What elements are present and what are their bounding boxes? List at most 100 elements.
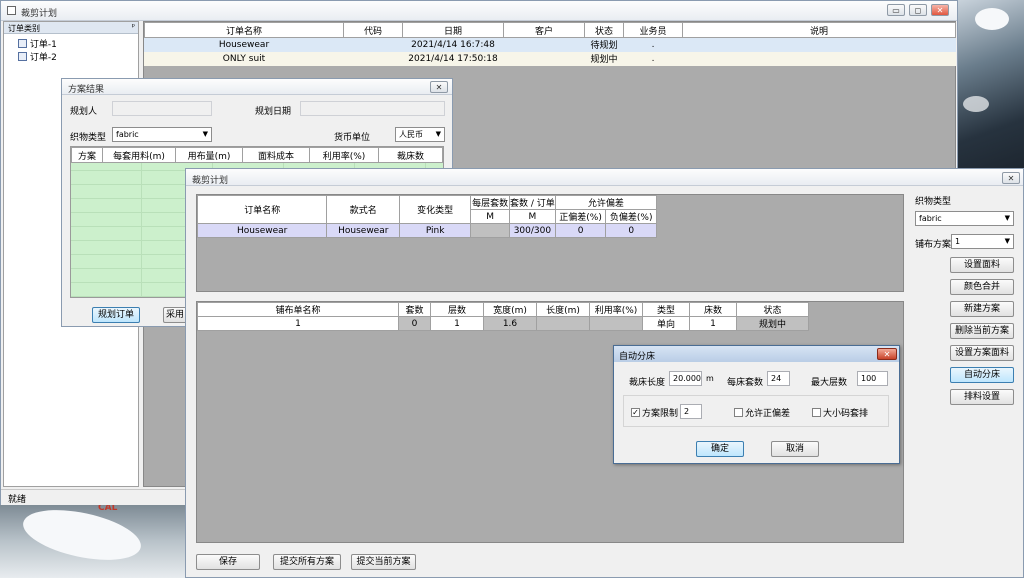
table-row[interactable]: 1 0 1 1.6 单向 1 规划中 xyxy=(197,316,809,331)
col-header-usage-per-set[interactable]: 每套用料(m) xyxy=(102,147,176,163)
col-header-sets-per-order[interactable]: 套数 / 订单 xyxy=(509,195,556,210)
restore-button[interactable]: ◻ xyxy=(909,4,927,16)
col-header-change-type[interactable]: 变化类型 xyxy=(399,195,472,224)
currency-select[interactable]: 人民币 ▼ xyxy=(395,127,445,142)
col-header-order-name[interactable]: 订单名称 xyxy=(144,22,344,38)
table-row[interactable]: Housewear 2021/4/14 16:7:48 待规划 . xyxy=(144,37,956,52)
bird-image xyxy=(963,96,989,112)
col-header-description[interactable]: 说明 xyxy=(682,22,956,38)
bed-length-input[interactable]: 20.000 xyxy=(669,371,702,386)
col-header-fabric-cost[interactable]: 面料成本 xyxy=(242,147,310,163)
col-header-customer[interactable]: 客户 xyxy=(503,22,585,38)
save-button[interactable]: 保存 xyxy=(196,554,260,570)
pin-icon[interactable]: ᵖ xyxy=(132,22,135,31)
col-header-bed-count[interactable]: 裁床数 xyxy=(378,147,443,163)
table-cell xyxy=(682,51,956,66)
allow-positive-deviation-checkbox[interactable]: 允许正偏差 xyxy=(734,406,790,419)
merge-colors-button[interactable]: 颜色合并 xyxy=(950,279,1014,295)
checkbox-icon xyxy=(812,408,821,417)
currency-label: 货币单位 xyxy=(334,133,371,143)
scheme-limit-checkbox[interactable]: ✓ 方案限制 xyxy=(631,406,678,419)
col-header-salesman[interactable]: 业务员 xyxy=(623,22,683,38)
plan-order-button[interactable]: 规划订单 xyxy=(92,307,140,323)
col-header-sets-per-layer[interactable]: 每层套数 xyxy=(470,195,511,210)
col-header-negative-deviation[interactable]: 负偏差(%) xyxy=(605,209,657,224)
table-cell[interactable]: 单向 xyxy=(642,316,690,331)
order-tree-title: 订单类别 xyxy=(8,24,40,33)
max-layers-input[interactable]: 100 xyxy=(857,371,888,386)
set-fabric-button[interactable]: 设置面料 xyxy=(950,257,1014,273)
col-header-positive-deviation[interactable]: 正偏差(%) xyxy=(554,209,607,224)
table-row[interactable]: Housewear Housewear Pink 300/300 0 0 xyxy=(196,223,657,238)
table-cell[interactable]: 1 xyxy=(430,316,484,331)
plan-result-close-button[interactable]: ✕ xyxy=(430,81,448,93)
table-cell: 2021/4/14 16:7:48 xyxy=(402,37,504,52)
style-table: 订单名称 款式名 变化类型 每层套数 套数 / 订单 允许偏差 M M 正偏差(… xyxy=(196,195,658,238)
table-cell: 规划中 xyxy=(584,51,624,66)
col-header-width[interactable]: 宽度(m) xyxy=(483,302,537,317)
side-fabric-type-select[interactable]: fabric ▼ xyxy=(915,211,1014,226)
table-row[interactable]: ONLY suit 2021/4/14 17:50:18 规划中 . xyxy=(144,51,956,66)
tree-item-order-1[interactable]: 订单-1 xyxy=(18,37,57,50)
table-cell[interactable] xyxy=(470,223,511,238)
col-header-plan[interactable]: 方案 xyxy=(71,147,103,163)
order-table: 订单名称 代码 日期 客户 状态 业务员 说明 Housewear 2021/4… xyxy=(144,22,956,66)
col-header-style-name[interactable]: 款式名 xyxy=(326,195,401,224)
auto-bed-title-bar: 自动分床 ✕ xyxy=(614,346,899,362)
scheme-select[interactable]: 1 ▼ xyxy=(951,234,1014,249)
cut-plan-close-button[interactable]: ✕ xyxy=(1002,172,1020,184)
fabric-type-label: 织物类型 xyxy=(70,133,107,143)
table-cell[interactable]: 0 xyxy=(554,223,607,238)
auto-bed-close-button[interactable]: ✕ xyxy=(877,348,897,360)
table-cell[interactable]: 0 xyxy=(605,223,657,238)
col-header-sets[interactable]: 套数 xyxy=(398,302,431,317)
plan-date-input[interactable] xyxy=(300,101,445,116)
col-header-status[interactable]: 状态 xyxy=(584,22,624,38)
col-header-order-name[interactable]: 订单名称 xyxy=(196,195,328,224)
bird-image xyxy=(975,8,1009,30)
table-cell: Pink xyxy=(399,223,472,238)
size-nesting-checkbox[interactable]: 大小码套排 xyxy=(812,406,868,419)
cut-plan-title: 裁剪计划 xyxy=(192,176,229,186)
fabric-type-select[interactable]: fabric ▼ xyxy=(112,127,212,142)
col-header-fabric-used[interactable]: 用布量(m) xyxy=(175,147,243,163)
col-header-length[interactable]: 长度(m) xyxy=(536,302,590,317)
chevron-down-icon: ▼ xyxy=(202,130,208,138)
table-cell[interactable]: 1 xyxy=(689,316,737,331)
tree-item-order-2[interactable]: 订单-2 xyxy=(18,50,57,63)
table-cell: 1 xyxy=(197,316,399,331)
col-header-layers[interactable]: 层数 xyxy=(430,302,484,317)
col-header-allowed-deviation[interactable]: 允许偏差 xyxy=(554,195,658,210)
scheme-limit-label: 方案限制 xyxy=(642,409,679,419)
col-header-date[interactable]: 日期 xyxy=(402,22,504,38)
minimize-button[interactable]: ▭ xyxy=(887,4,905,16)
submit-current-scheme-button[interactable]: 提交当前方案 xyxy=(351,554,416,570)
cancel-button[interactable]: 取消 xyxy=(771,441,819,457)
close-button[interactable]: ✕ xyxy=(931,4,949,16)
marker-settings-button[interactable]: 排料设置 xyxy=(950,389,1014,405)
col-header-bed-count[interactable]: 床数 xyxy=(689,302,737,317)
table-cell: ONLY suit xyxy=(144,51,344,66)
set-scheme-fabric-button[interactable]: 设置方案面料 xyxy=(950,345,1014,361)
plan-result-header-row: 方案 每套用料(m) 用布量(m) 面料成本 利用率(%) 裁床数 xyxy=(71,147,443,163)
scheme-limit-input[interactable]: 2 xyxy=(680,404,702,419)
adopt-button[interactable]: 采用 xyxy=(163,307,187,323)
col-header-utilization[interactable]: 利用率(%) xyxy=(309,147,379,163)
col-header-utilization[interactable]: 利用率(%) xyxy=(589,302,643,317)
delete-scheme-button[interactable]: 删除当前方案 xyxy=(950,323,1014,339)
col-header-status[interactable]: 状态 xyxy=(736,302,809,317)
new-scheme-button[interactable]: 新建方案 xyxy=(950,301,1014,317)
table-cell xyxy=(536,316,590,331)
checkbox-checked-icon: ✓ xyxy=(631,408,640,417)
col-header-marker-name[interactable]: 铺布单名称 xyxy=(197,302,399,317)
col-header-code[interactable]: 代码 xyxy=(343,22,403,38)
auto-bed-split-button[interactable]: 自动分床 xyxy=(950,367,1014,383)
sets-per-bed-input[interactable]: 24 xyxy=(767,371,790,386)
table-cell: 1.6 xyxy=(483,316,537,331)
planner-input[interactable] xyxy=(112,101,212,116)
submit-all-schemes-button[interactable]: 提交所有方案 xyxy=(273,554,341,570)
ok-button[interactable]: 确定 xyxy=(696,441,744,457)
marker-table: 铺布单名称 套数 层数 宽度(m) 长度(m) 利用率(%) 类型 床数 状态 … xyxy=(197,302,809,331)
col-header-type[interactable]: 类型 xyxy=(642,302,690,317)
auto-bed-title: 自动分床 xyxy=(619,352,656,362)
